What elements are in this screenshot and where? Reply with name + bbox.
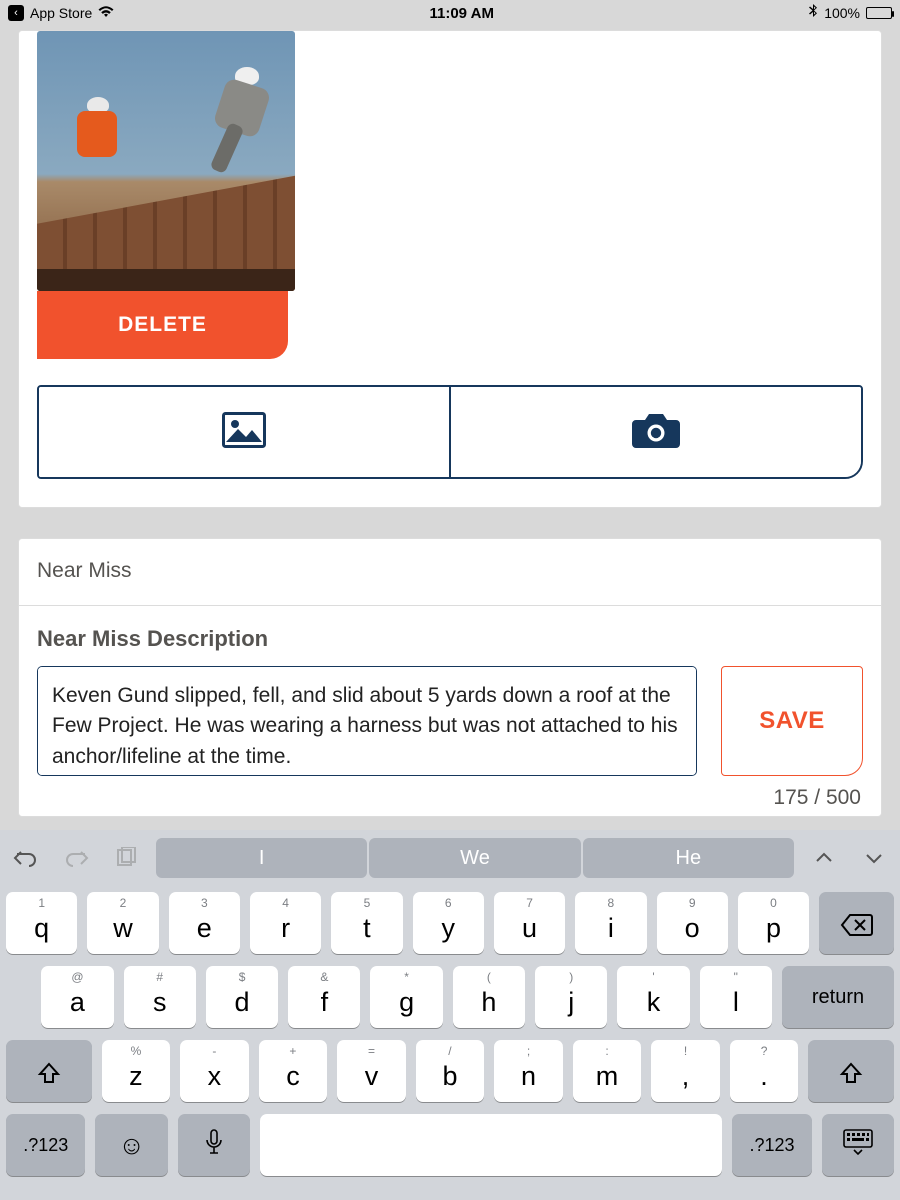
suggestion-3[interactable]: He — [583, 838, 794, 878]
key-o[interactable]: 9o — [657, 892, 728, 954]
undo-button[interactable] — [6, 838, 46, 878]
key-m[interactable]: :m — [573, 1040, 642, 1102]
key-shift-left[interactable] — [6, 1040, 92, 1102]
image-icon — [222, 412, 266, 453]
key-i[interactable]: 8i — [575, 892, 646, 954]
suggestion-bar: I We He — [156, 838, 794, 878]
keyboard-row-4: .?123 ☺ .?123 — [6, 1114, 894, 1176]
key-w[interactable]: 2w — [87, 892, 158, 954]
status-app-label: App Store — [30, 5, 92, 21]
key-comma[interactable]: !, — [651, 1040, 720, 1102]
key-space[interactable] — [260, 1114, 722, 1176]
key-e[interactable]: 3e — [169, 892, 240, 954]
near-miss-description-input[interactable] — [37, 666, 697, 776]
take-photo-button[interactable] — [449, 387, 861, 477]
key-backspace[interactable] — [819, 892, 894, 954]
key-symbols-right[interactable]: .?123 — [732, 1114, 811, 1176]
key-s[interactable]: #s — [124, 966, 196, 1028]
bluetooth-icon — [809, 4, 818, 22]
save-button[interactable]: SAVE — [721, 666, 863, 776]
key-shift-right[interactable] — [808, 1040, 894, 1102]
delete-photo-button[interactable]: DELETE — [37, 291, 288, 359]
key-q[interactable]: 1q — [6, 892, 77, 954]
suggestion-2[interactable]: We — [369, 838, 580, 878]
key-n[interactable]: ;n — [494, 1040, 563, 1102]
keyboard-icon — [843, 1129, 873, 1162]
back-to-appstore-icon[interactable]: ‹ — [8, 5, 24, 21]
key-c[interactable]: +c — [259, 1040, 328, 1102]
key-hide-keyboard[interactable] — [822, 1114, 894, 1176]
key-symbols-left[interactable]: .?123 — [6, 1114, 85, 1176]
key-d[interactable]: $d — [206, 966, 278, 1028]
key-r[interactable]: 4r — [250, 892, 321, 954]
clipboard-button[interactable] — [106, 838, 146, 878]
key-f[interactable]: &f — [288, 966, 360, 1028]
keyboard-row-2: @a #s $d &f *g (h )j 'k "l return — [6, 966, 894, 1028]
near-miss-section: Near Miss Near Miss Description SAVE 175… — [18, 538, 882, 817]
key-return[interactable]: return — [782, 966, 894, 1028]
key-v[interactable]: =v — [337, 1040, 406, 1102]
onscreen-keyboard: I We He 1q 2w 3e 4r 5t 6y 7u 8i 9o 0p @a… — [0, 830, 900, 1200]
media-picker-row — [37, 385, 863, 479]
camera-icon — [630, 410, 682, 455]
near-miss-description-label: Near Miss Description — [37, 626, 863, 652]
mic-icon — [205, 1129, 223, 1162]
key-y[interactable]: 6y — [413, 892, 484, 954]
key-j[interactable]: )j — [535, 966, 607, 1028]
character-counter: 175 / 500 — [37, 776, 863, 810]
key-dictation[interactable] — [178, 1114, 250, 1176]
keyboard-down-icon[interactable] — [854, 838, 894, 878]
key-period[interactable]: ?. — [730, 1040, 799, 1102]
key-a[interactable]: @a — [41, 966, 113, 1028]
battery-icon — [866, 7, 892, 19]
status-time: 11:09 AM — [429, 5, 493, 22]
choose-from-library-button[interactable] — [39, 387, 449, 477]
keyboard-row-1: 1q 2w 3e 4r 5t 6y 7u 8i 9o 0p — [6, 892, 894, 954]
incident-photo[interactable] — [37, 31, 295, 291]
near-miss-title: Near Miss — [19, 539, 881, 606]
key-t[interactable]: 5t — [331, 892, 402, 954]
wifi-icon — [98, 5, 114, 21]
key-l[interactable]: "l — [700, 966, 772, 1028]
redo-button[interactable] — [56, 838, 96, 878]
key-g[interactable]: *g — [370, 966, 442, 1028]
keyboard-up-icon[interactable] — [804, 838, 844, 878]
key-k[interactable]: 'k — [617, 966, 689, 1028]
key-h[interactable]: (h — [453, 966, 525, 1028]
photo-section: DELETE — [18, 30, 882, 508]
key-z[interactable]: %z — [102, 1040, 171, 1102]
key-p[interactable]: 0p — [738, 892, 809, 954]
emoji-icon: ☺ — [118, 1130, 145, 1161]
key-emoji[interactable]: ☺ — [95, 1114, 167, 1176]
status-bar: ‹ App Store 11:09 AM 100% — [0, 0, 900, 26]
suggestion-1[interactable]: I — [156, 838, 367, 878]
key-b[interactable]: /b — [416, 1040, 485, 1102]
keyboard-row-3: %z -x +c =v /b ;n :m !, ?. — [6, 1040, 894, 1102]
key-x[interactable]: -x — [180, 1040, 249, 1102]
key-u[interactable]: 7u — [494, 892, 565, 954]
battery-percentage: 100% — [824, 5, 860, 21]
